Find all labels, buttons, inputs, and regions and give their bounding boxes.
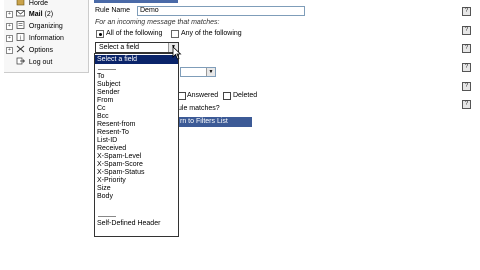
field-dropdown-list[interactable]: Select a field To Subject Sender From Cc… bbox=[94, 53, 179, 237]
dropdown-option[interactable]: Bcc bbox=[97, 113, 109, 121]
sidebar-item-label: Mail bbox=[28, 11, 43, 18]
sidebar-item-horde[interactable]: + Horde bbox=[6, 0, 48, 9]
radio-all-label: All of the following bbox=[106, 30, 163, 37]
help-icon[interactable]: ? bbox=[462, 7, 471, 16]
sidebar-item-label: Information bbox=[28, 35, 64, 42]
dropdown-option[interactable]: Size bbox=[97, 185, 111, 193]
dropdown-separator bbox=[98, 69, 116, 70]
dropdown-option[interactable]: List-ID bbox=[97, 137, 117, 145]
radio-selected-dot bbox=[99, 33, 102, 36]
expand-icon[interactable]: + bbox=[6, 47, 13, 54]
horde-icon bbox=[16, 0, 25, 6]
organizing-icon bbox=[16, 21, 25, 29]
mouse-cursor-icon bbox=[172, 46, 182, 60]
expand-icon[interactable]: + bbox=[6, 35, 13, 42]
return-to-filters-button[interactable]: rn to Filters List bbox=[178, 117, 252, 127]
deleted-label: Deleted bbox=[233, 92, 258, 99]
dropdown-separator bbox=[98, 216, 116, 217]
dropdown-option[interactable]: Body bbox=[97, 193, 113, 201]
sidebar-item-label: Log out bbox=[28, 59, 53, 66]
dropdown-option[interactable]: From bbox=[97, 97, 113, 105]
sidebar-item-logout[interactable]: + Log out bbox=[6, 57, 52, 68]
options-icon bbox=[16, 45, 25, 53]
checkbox-flag[interactable] bbox=[178, 92, 186, 100]
information-icon: i bbox=[16, 33, 25, 41]
help-icon[interactable]: ? bbox=[462, 26, 471, 35]
field-select[interactable]: Select a field ▼ bbox=[95, 42, 179, 53]
answered-label: Answered bbox=[187, 92, 219, 99]
dropdown-option[interactable]: Resent-To bbox=[97, 129, 129, 137]
mail-icon bbox=[16, 10, 25, 17]
radio-all[interactable] bbox=[96, 30, 104, 38]
field-select-value: Select a field bbox=[99, 44, 140, 51]
dropdown-option[interactable]: To bbox=[97, 73, 104, 81]
rule-name-input[interactable] bbox=[137, 6, 305, 16]
dropdown-option[interactable]: Subject bbox=[97, 81, 120, 89]
operator-select[interactable]: ▼ bbox=[180, 67, 216, 77]
dropdown-option[interactable]: X-Spam-Status bbox=[97, 169, 144, 177]
dropdown-option[interactable]: Self-Defined Header bbox=[97, 220, 160, 228]
header-strip bbox=[94, 0, 178, 3]
help-icon[interactable]: ? bbox=[462, 44, 471, 53]
dropdown-option[interactable]: X-Spam-Score bbox=[97, 161, 143, 169]
sidebar-item-options[interactable]: + Options bbox=[6, 45, 53, 56]
dropdown-option[interactable]: Resent-from bbox=[97, 121, 136, 129]
checkbox-deleted[interactable] bbox=[223, 92, 231, 100]
dropdown-option[interactable]: Sender bbox=[97, 89, 120, 97]
sidebar: + Horde + Mail (2) + Organizing + i Info… bbox=[4, 0, 89, 73]
radio-any[interactable] bbox=[171, 30, 179, 38]
unread-count: (2) bbox=[44, 11, 54, 18]
expand-icon[interactable]: + bbox=[6, 23, 13, 30]
help-icon[interactable]: ? bbox=[462, 82, 471, 91]
chevron-down-icon: ▼ bbox=[206, 68, 215, 76]
rule-name-label: Rule Name bbox=[95, 7, 131, 14]
radio-any-label: Any of the following bbox=[181, 30, 242, 37]
dropdown-option[interactable]: X-Spam-Level bbox=[97, 153, 141, 161]
sidebar-item-label: Horde bbox=[28, 0, 48, 7]
logout-icon bbox=[16, 57, 25, 65]
dropdown-option[interactable]: X-Priority bbox=[97, 177, 126, 185]
sidebar-item-label: Organizing bbox=[28, 23, 63, 30]
dropdown-option[interactable]: Received bbox=[97, 145, 126, 153]
expand-icon[interactable]: + bbox=[6, 11, 13, 18]
sidebar-item-mail[interactable]: + Mail (2) bbox=[6, 9, 53, 20]
return-button-label: rn to Filters List bbox=[180, 118, 228, 125]
sidebar-item-organizing[interactable]: + Organizing bbox=[6, 21, 63, 32]
dropdown-option[interactable]: Select a field bbox=[95, 55, 178, 64]
help-icon[interactable]: ? bbox=[462, 63, 471, 72]
rule-matches-text: ule matches? bbox=[178, 105, 220, 112]
screen: + Horde + Mail (2) + Organizing + i Info… bbox=[0, 0, 480, 270]
sidebar-item-label: Options bbox=[28, 47, 54, 54]
match-caption: For an incoming message that matches: bbox=[95, 19, 220, 26]
help-icon[interactable]: ? bbox=[462, 100, 471, 109]
dropdown-option[interactable]: Cc bbox=[97, 105, 106, 113]
sidebar-item-information[interactable]: + i Information bbox=[6, 33, 64, 44]
